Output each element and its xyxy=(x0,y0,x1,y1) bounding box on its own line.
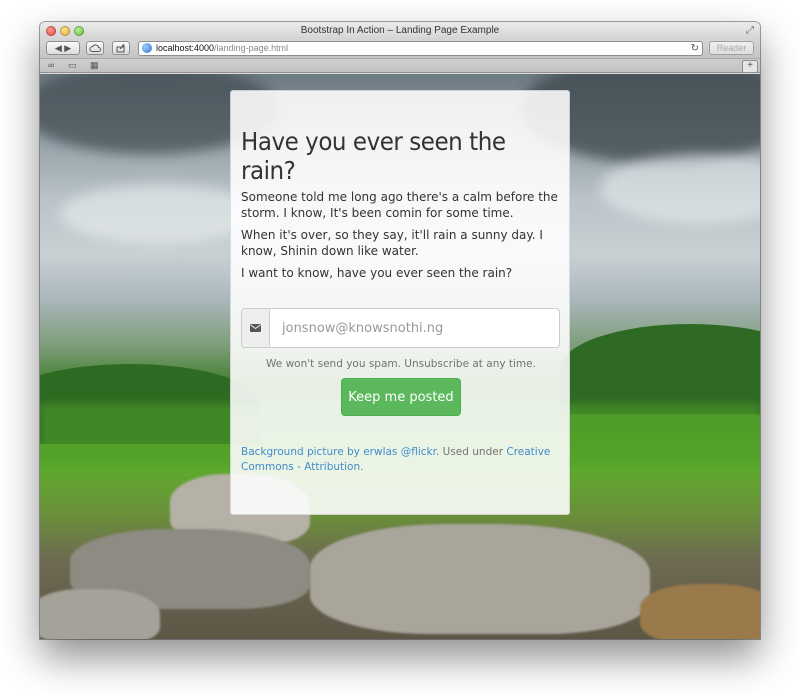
fullscreen-icon[interactable]: ⤢ xyxy=(746,25,754,36)
icloud-tabs-button[interactable] xyxy=(86,41,104,55)
browser-window: Bootstrap In Action – Landing Page Examp… xyxy=(40,22,760,639)
address-bar[interactable]: localhost:4000/landing-page.html ↻ xyxy=(138,41,703,56)
email-field[interactable] xyxy=(270,309,558,347)
background-hill xyxy=(560,324,760,414)
keep-me-posted-button[interactable]: Keep me posted xyxy=(341,378,461,416)
title-bar: Bootstrap In Action – Landing Page Examp… xyxy=(40,22,760,40)
reload-icon[interactable]: ↻ xyxy=(691,42,699,55)
globe-icon xyxy=(142,43,152,53)
page-viewport: Have you ever seen the rain? Someone tol… xyxy=(40,74,760,639)
forward-icon[interactable]: ▶ xyxy=(64,43,71,54)
credit-end-text: . xyxy=(360,461,364,473)
background-rock xyxy=(640,584,760,639)
cloud-icon xyxy=(89,44,101,52)
background-rock xyxy=(40,589,160,639)
bookmarks-icon[interactable]: ▭ xyxy=(68,59,77,72)
paragraph-2: When it's over, so they say, it'll rain … xyxy=(241,228,543,258)
page-title: Have you ever seen the rain? xyxy=(241,127,506,185)
email-input-group xyxy=(241,308,560,348)
browser-toolbar: ◀ ▶ localhost:4000/landing-page.html ↻ R… xyxy=(40,40,760,59)
url-host: localhost:4000 xyxy=(156,43,215,53)
top-sites-icon[interactable]: ▦ xyxy=(90,59,99,72)
back-forward-buttons[interactable]: ◀ ▶ xyxy=(46,41,80,55)
signup-card: Have you ever seen the rain? Someone tol… xyxy=(230,90,570,515)
window-title: Bootstrap In Action – Landing Page Examp… xyxy=(300,25,500,36)
share-icon xyxy=(116,44,125,52)
new-tab-button[interactable]: + xyxy=(742,60,758,73)
url-path: /landing-page.html xyxy=(214,43,289,53)
reader-button[interactable]: Reader xyxy=(709,41,754,55)
spam-notice: We won't send you spam. Unsubscribe at a… xyxy=(266,358,536,370)
photo-credit-link[interactable]: Background picture by erwlas @flickr xyxy=(241,446,436,458)
background-cloud xyxy=(600,154,760,224)
paragraph-3: I want to know, have you ever seen the r… xyxy=(241,266,513,280)
reading-list-icon[interactable]: ∞ xyxy=(48,59,54,72)
envelope-icon xyxy=(242,309,270,347)
share-button[interactable] xyxy=(112,41,130,55)
back-icon[interactable]: ◀ xyxy=(55,43,62,54)
bookmarks-bar: ∞ ▭ ▦ + xyxy=(40,59,760,73)
url-text: localhost:4000/landing-page.html xyxy=(156,42,288,55)
background-rock xyxy=(310,524,650,634)
photo-credit: Background picture by erwlas @flickr. Us… xyxy=(241,445,561,475)
paragraph-1: Someone told me long ago there's a calm … xyxy=(241,190,558,220)
credit-middle-text: . Used under xyxy=(435,446,507,458)
